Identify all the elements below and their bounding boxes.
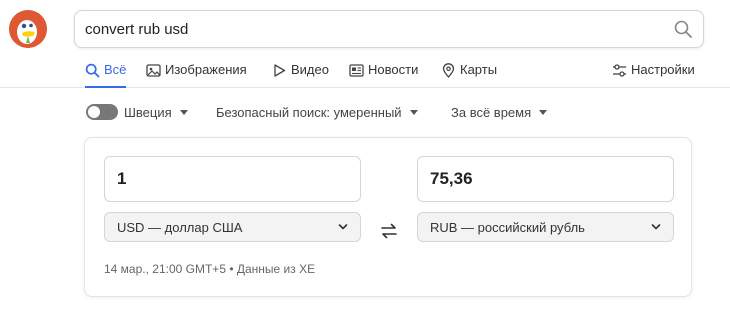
region-label: Швеция xyxy=(124,104,172,120)
search-input[interactable] xyxy=(85,11,645,47)
tab-images[interactable]: Изображения xyxy=(146,62,247,88)
caret-down-icon xyxy=(179,109,188,115)
tab-all-label: Всё xyxy=(104,62,127,77)
search-box xyxy=(74,10,704,48)
newspaper-icon xyxy=(349,64,364,77)
tab-news-label: Новости xyxy=(368,62,419,77)
search-tabs: Всё Изображения Видео Новости Карты Наст… xyxy=(0,56,730,88)
tab-maps-label: Карты xyxy=(460,62,498,77)
duckduckgo-logo[interactable] xyxy=(9,10,47,48)
image-icon xyxy=(146,64,161,77)
duck-icon xyxy=(9,10,47,48)
map-pin-icon xyxy=(442,63,455,78)
tab-images-label: Изображения xyxy=(165,62,247,77)
swap-icon[interactable] xyxy=(379,222,399,240)
from-currency-select[interactable]: USD — доллар США xyxy=(104,212,361,242)
from-amount-input[interactable] xyxy=(117,157,347,201)
tab-maps[interactable]: Карты xyxy=(441,62,497,88)
settings-label: Настройки xyxy=(631,62,695,77)
to-amount-input[interactable] xyxy=(430,157,660,201)
search-icon[interactable] xyxy=(673,19,693,39)
from-amount-box xyxy=(104,156,361,202)
chevron-down-icon xyxy=(338,224,348,230)
sliders-icon xyxy=(613,64,626,77)
rate-source-info: 14 мар., 21:00 GMT+5 • Данные из XE xyxy=(104,262,316,276)
tab-video-label: Видео xyxy=(291,62,329,77)
safe-search-filter[interactable]: Безопасный поиск: умеренный xyxy=(216,100,418,124)
tab-news[interactable]: Новости xyxy=(349,62,418,88)
to-amount-box xyxy=(417,156,674,202)
to-currency-label: RUB — российский рубль xyxy=(430,219,585,235)
tab-video[interactable]: Видео xyxy=(272,62,329,88)
currency-converter: USD — доллар США RUB — российский рубль … xyxy=(84,137,692,297)
region-filter[interactable]: Швеция xyxy=(86,100,188,124)
filters-bar: Швеция Безопасный поиск: умеренный За вс… xyxy=(0,100,730,124)
tab-all[interactable]: Всё xyxy=(85,62,127,88)
caret-down-icon xyxy=(539,109,548,115)
caret-down-icon xyxy=(409,109,418,115)
time-filter[interactable]: За всё время xyxy=(451,100,548,124)
safe-search-label: Безопасный поиск: умеренный xyxy=(216,104,402,120)
search-icon xyxy=(85,63,100,78)
chevron-down-icon xyxy=(651,224,661,230)
region-toggle[interactable] xyxy=(86,104,118,120)
time-label: За всё время xyxy=(451,104,532,120)
from-currency-label: USD — доллар США xyxy=(117,219,243,235)
play-icon xyxy=(274,64,286,77)
to-currency-select[interactable]: RUB — российский рубль xyxy=(417,212,674,242)
settings-button[interactable]: Настройки xyxy=(612,62,695,88)
